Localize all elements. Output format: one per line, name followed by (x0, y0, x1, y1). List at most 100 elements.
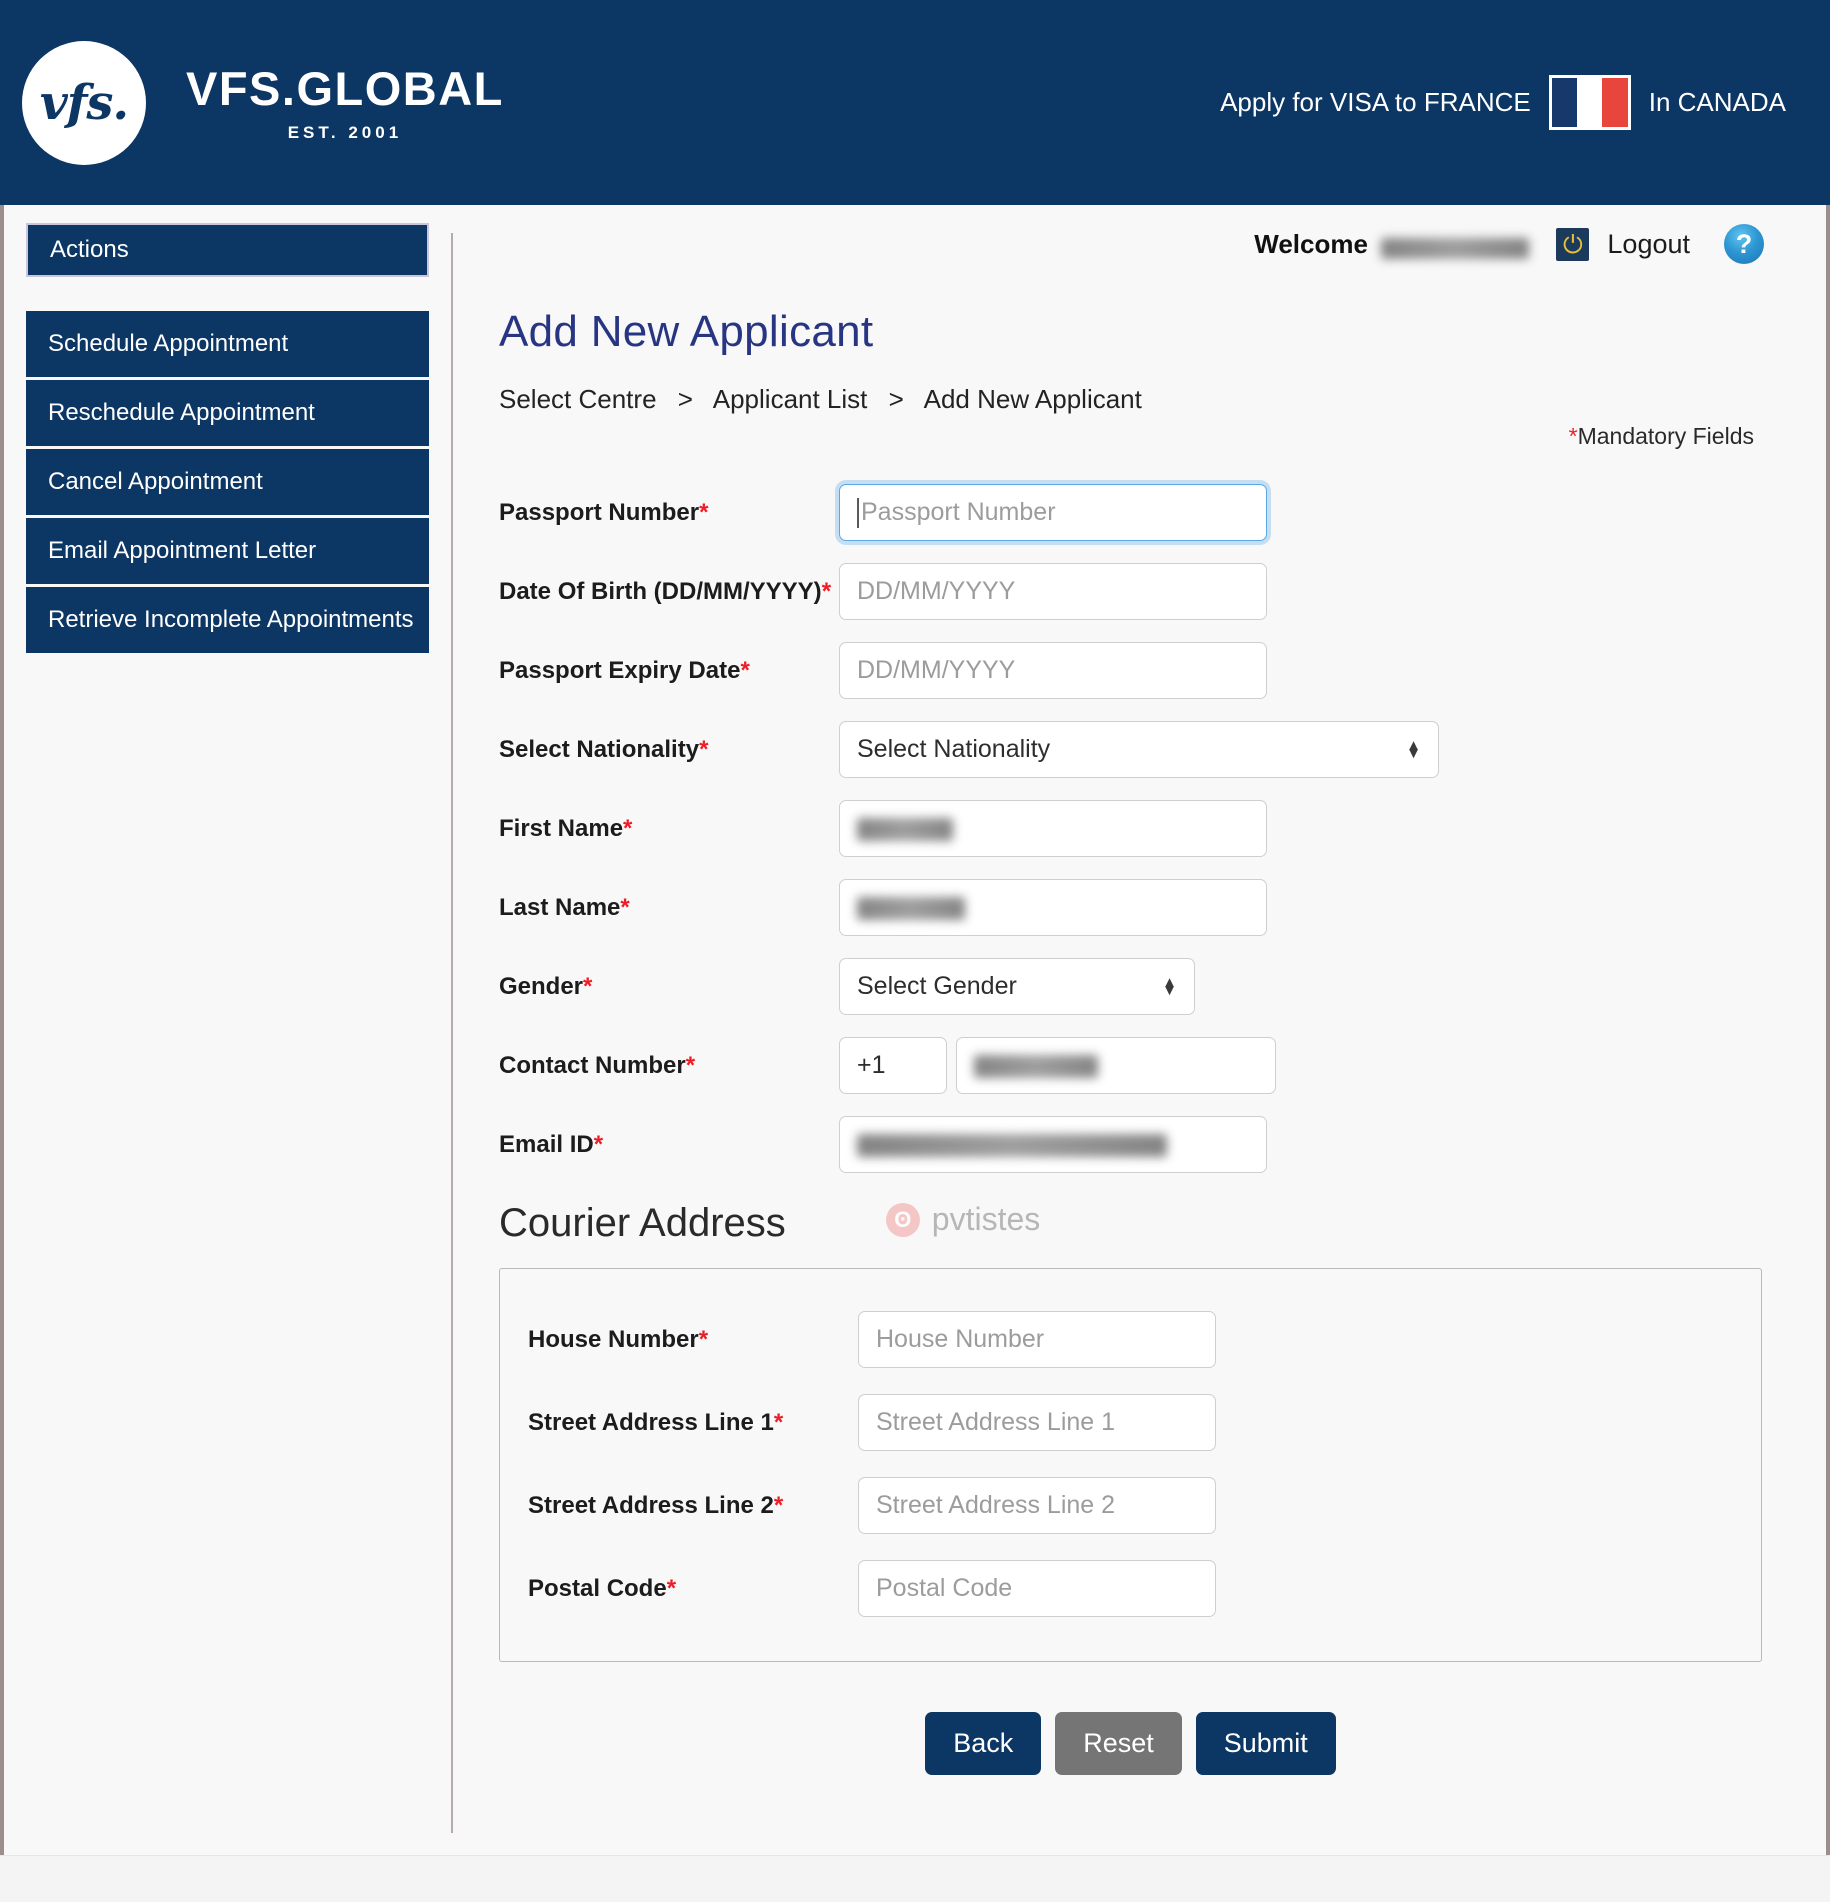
label-email-id-text: Email ID (499, 1130, 594, 1158)
welcome-greeting: Welcome (1254, 229, 1538, 260)
user-name-redacted (1381, 237, 1530, 259)
breadcrumb-item-add-new-applicant: Add New Applicant (923, 384, 1142, 414)
country-code-input[interactable]: +1 (839, 1037, 947, 1094)
pvtistes-watermark-text: pvtistes (931, 1201, 1041, 1237)
nationality-select[interactable]: Select Nationality ▲ ▼ (839, 721, 1439, 778)
required-marker: * (698, 1325, 709, 1353)
page-title: Add New Applicant (499, 307, 874, 356)
contact-number-value-redacted (974, 1055, 1098, 1078)
vfs-global-add-applicant-page: vfs. VFS.GLOBAL EST. 2001 Apply for VISA… (0, 0, 1830, 1902)
required-marker: * (685, 1051, 696, 1079)
breadcrumb-separator: > (677, 384, 693, 414)
brand-name: VFS.GLOBAL (186, 61, 504, 115)
sidebar-item-retrieve-incomplete-appointments[interactable]: Retrieve Incomplete Appointments (26, 587, 429, 653)
label-street-line-2-text: Street Address Line 2 (528, 1491, 774, 1519)
label-street-line-1: Street Address Line 1* (528, 1409, 858, 1437)
required-marker: * (620, 893, 630, 921)
last-name-value-redacted (857, 897, 965, 920)
label-gender: Gender* (499, 973, 839, 1001)
pvtistes-logo-icon: ʘ (885, 1202, 920, 1237)
label-gender-text: Gender (499, 972, 584, 1000)
field-row-postal-code: Postal Code* Postal Code (528, 1560, 1761, 1617)
label-house-number-text: House Number (528, 1325, 699, 1353)
sidebar-item-reschedule-appointment[interactable]: Reschedule Appointment (26, 380, 429, 446)
apply-for-visa-text: Apply for VISA to FRANCE (1220, 87, 1531, 117)
label-passport-number-text: Passport Number (499, 498, 700, 526)
field-row-date-of-birth: Date Of Birth (DD/MM/YYYY)* DD/MM/YYYY (499, 563, 1776, 620)
help-icon[interactable]: ? (1724, 224, 1764, 264)
label-first-name: First Name* (499, 815, 839, 843)
email-id-input[interactable] (839, 1116, 1267, 1173)
label-nationality-text: Select Nationality (499, 735, 700, 763)
label-nationality: Select Nationality* (499, 736, 839, 764)
field-row-passport-number: Passport Number* Passport Number (499, 484, 1776, 541)
field-row-passport-expiry: Passport Expiry Date* DD/MM/YYYY (499, 642, 1776, 699)
back-button[interactable]: Back (925, 1712, 1042, 1775)
label-passport-number: Passport Number* (499, 499, 839, 527)
date-of-birth-placeholder: DD/MM/YYYY (857, 577, 1016, 605)
sidebar-item-cancel-appointment[interactable]: Cancel Appointment (26, 449, 429, 515)
required-marker: * (740, 656, 750, 684)
submit-button[interactable]: Submit (1195, 1712, 1336, 1775)
date-of-birth-input[interactable]: DD/MM/YYYY (839, 563, 1267, 620)
passport-number-input[interactable]: Passport Number (839, 484, 1267, 541)
street-line-1-input[interactable]: Street Address Line 1 (858, 1394, 1216, 1451)
logout-link[interactable]: Logout (1607, 229, 1690, 260)
first-name-input[interactable] (839, 800, 1267, 857)
first-name-value-redacted (857, 818, 953, 841)
form-actions: Back Reset Submit (485, 1712, 1776, 1775)
chevron-updown-icon: ▲ ▼ (1406, 736, 1421, 762)
courier-address-header: Courier Address ʘ pvtistes (499, 1201, 1776, 1246)
flag-band-blue (1551, 78, 1578, 127)
mandatory-asterisk: * (1568, 423, 1578, 449)
mandatory-fields-text: Mandatory Fields (1577, 423, 1754, 449)
flag-band-white (1577, 78, 1603, 127)
pvtistes-watermark: ʘ pvtistes (885, 1201, 1041, 1238)
sidebar-item-schedule-appointment[interactable]: Schedule Appointment (26, 311, 429, 377)
power-glyph: ⏻ (1563, 229, 1583, 259)
flag-band-red (1602, 78, 1628, 127)
label-house-number: House Number* (528, 1326, 858, 1354)
label-last-name-text: Last Name (499, 893, 621, 921)
field-row-gender: Gender* Select Gender ▲ ▼ (499, 958, 1776, 1015)
required-marker: * (699, 498, 709, 526)
breadcrumb-separator: > (888, 384, 904, 414)
label-first-name-text: First Name (499, 814, 624, 842)
label-email-id: Email ID* (499, 1131, 839, 1159)
label-contact-number-text: Contact Number (499, 1051, 686, 1079)
courier-address-panel: House Number* House Number Street Addres… (499, 1268, 1762, 1662)
last-name-input[interactable] (839, 879, 1267, 936)
sidebar: Actions Schedule Appointment Reschedule … (4, 205, 451, 1902)
passport-expiry-input[interactable]: DD/MM/YYYY (839, 642, 1267, 699)
vfs-logo[interactable]: vfs. VFS.GLOBAL EST. 2001 (22, 40, 504, 165)
breadcrumb-item-applicant-list[interactable]: Applicant List (713, 384, 868, 414)
vfs-logo-circle-icon: vfs. (22, 40, 146, 165)
chevron-updown-icon: ▲ ▼ (1162, 973, 1177, 999)
postal-code-input[interactable]: Postal Code (858, 1560, 1216, 1617)
required-marker: * (699, 735, 709, 763)
label-date-of-birth: Date Of Birth (DD/MM/YYYY)* (499, 578, 839, 606)
contact-number-input[interactable] (956, 1037, 1276, 1094)
field-row-street-line-1: Street Address Line 1* Street Address Li… (528, 1394, 1761, 1451)
reset-button[interactable]: Reset (1055, 1712, 1182, 1775)
text-caret (857, 497, 859, 528)
field-row-house-number: House Number* House Number (528, 1311, 1761, 1368)
france-flag-icon (1548, 75, 1631, 130)
house-number-input[interactable]: House Number (858, 1311, 1216, 1368)
brand-established: EST. 2001 (287, 122, 403, 142)
breadcrumb: Select Centre > Applicant List > Add New… (499, 384, 1776, 415)
street-line-2-input[interactable]: Street Address Line 2 (858, 1477, 1216, 1534)
email-id-value-redacted (857, 1134, 1167, 1157)
sidebar-item-email-appointment-letter[interactable]: Email Appointment Letter (26, 518, 429, 584)
page-footer-strip (0, 1855, 1830, 1902)
courier-address-title: Courier Address (499, 1201, 786, 1245)
gender-select[interactable]: Select Gender ▲ ▼ (839, 958, 1195, 1015)
label-contact-number: Contact Number* (499, 1052, 839, 1080)
applicant-form: Passport Number* Passport Number Date Of… (485, 484, 1776, 1173)
street-line-1-placeholder: Street Address Line 1 (876, 1408, 1116, 1436)
label-passport-expiry: Passport Expiry Date* (499, 657, 839, 685)
breadcrumb-item-select-centre[interactable]: Select Centre (499, 384, 657, 414)
postal-code-placeholder: Postal Code (876, 1574, 1013, 1602)
label-street-line-2: Street Address Line 2* (528, 1492, 858, 1520)
power-icon[interactable]: ⏻ (1556, 227, 1590, 261)
